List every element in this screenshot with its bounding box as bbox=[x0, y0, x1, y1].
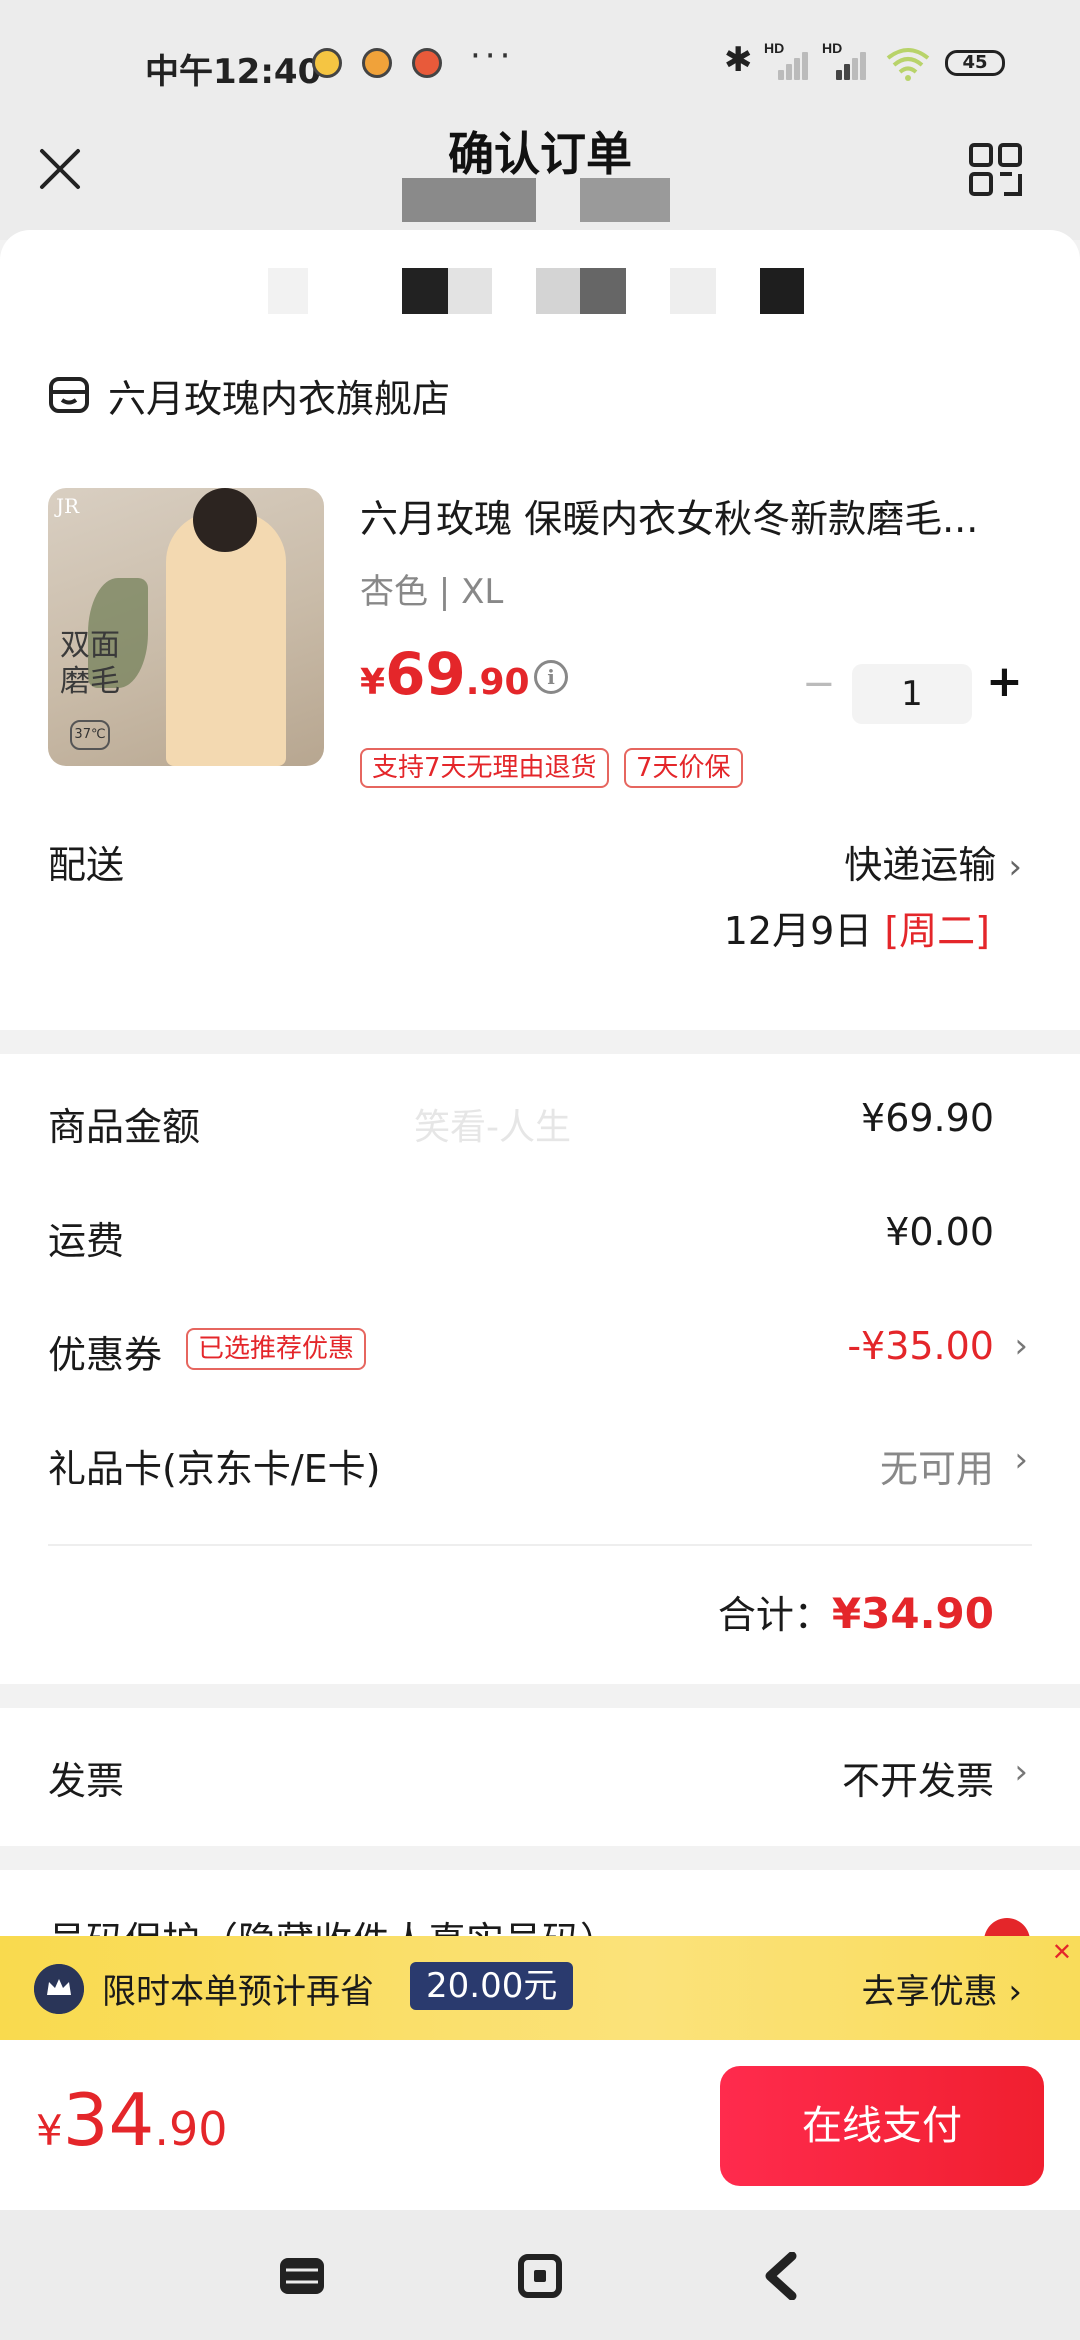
redacted-block bbox=[670, 268, 716, 314]
promo-text: 限时本单预计再省 bbox=[102, 1972, 374, 2012]
redacted-block bbox=[580, 178, 670, 222]
signal-icon: HD bbox=[764, 40, 810, 80]
giftcard-value[interactable]: 无可用 bbox=[880, 1438, 994, 1493]
coupon-label[interactable]: 优惠券 bbox=[48, 1324, 162, 1379]
menu-icon[interactable] bbox=[280, 2256, 324, 2296]
page-title: 确认订单 bbox=[448, 127, 632, 181]
battery-icon: 45 bbox=[945, 50, 1005, 76]
goods-amount-label: 商品金额 bbox=[48, 1105, 201, 1149]
redacted-block bbox=[402, 178, 536, 222]
service-tag: 7天价保 bbox=[624, 748, 743, 788]
crown-icon bbox=[34, 1964, 84, 2014]
signal-icon: HD bbox=[822, 40, 868, 80]
redacted-block bbox=[580, 268, 626, 314]
redacted-block bbox=[402, 268, 448, 314]
bluetooth-icon: ✱ bbox=[724, 40, 753, 80]
delivery-method[interactable]: 快递运输 › bbox=[844, 834, 1022, 889]
watermark: 笑看-人生 bbox=[414, 1107, 571, 1148]
product-image[interactable]: JR 双面 磨毛 37℃ bbox=[48, 488, 324, 766]
invoice-value[interactable]: 不开发票 bbox=[842, 1750, 994, 1805]
image-caption: 双面 磨毛 bbox=[60, 628, 120, 699]
chevron-right-icon[interactable]: › bbox=[1014, 1752, 1028, 1792]
giftcard-label[interactable]: 礼品卡(京东卡/E卡) bbox=[48, 1438, 380, 1493]
notification-app-icon bbox=[362, 48, 392, 78]
chevron-right-icon: › bbox=[1008, 847, 1022, 887]
pay-online-button[interactable]: 在线支付 bbox=[720, 2066, 1044, 2186]
store-icon bbox=[49, 377, 89, 413]
shipping-label: 运费 bbox=[48, 1219, 125, 1263]
image-decoration bbox=[193, 488, 257, 552]
delivery-date: 12月9日 [周二] bbox=[723, 909, 990, 953]
notification-app-icon bbox=[312, 48, 342, 78]
image-logo: JR bbox=[56, 494, 80, 518]
redacted-block bbox=[760, 268, 804, 314]
redacted-block bbox=[536, 268, 580, 314]
more-notifications-icon: ··· bbox=[470, 36, 515, 76]
back-icon[interactable] bbox=[762, 2252, 802, 2300]
coupon-tag: 已选推荐优惠 bbox=[186, 1328, 367, 1370]
delivery-label: 配送 bbox=[48, 843, 125, 887]
qr-scan-icon[interactable] bbox=[968, 142, 1024, 198]
product-price: ¥69.90 bbox=[360, 640, 530, 708]
redacted-block bbox=[268, 268, 308, 314]
chevron-right-icon[interactable]: › bbox=[1014, 1326, 1028, 1366]
chevron-right-icon[interactable]: › bbox=[1014, 1440, 1028, 1480]
pay-total-price: ¥34.90 bbox=[36, 2078, 228, 2162]
store-name[interactable]: 六月玫瑰内衣旗舰店 bbox=[108, 368, 450, 423]
redacted-block bbox=[448, 268, 492, 314]
close-icon[interactable]: ✕ bbox=[1052, 1938, 1072, 1966]
goods-amount-value: ¥69.90 bbox=[861, 1096, 994, 1140]
quantity-decrease-button[interactable]: − bbox=[802, 664, 836, 704]
invoice-label: 发票 bbox=[48, 1759, 125, 1803]
image-badge: 37℃ bbox=[70, 720, 110, 750]
product-title[interactable]: 六月玫瑰 保暖内衣女秋冬新款磨毛... bbox=[360, 488, 1040, 543]
coupon-value[interactable]: -¥35.00 bbox=[847, 1324, 994, 1368]
shipping-value: ¥0.00 bbox=[885, 1210, 994, 1254]
promo-action-link[interactable]: 去享优惠 › bbox=[862, 1964, 1022, 2013]
service-tag: 支持7天无理由退货 bbox=[360, 748, 609, 788]
notification-app-icon bbox=[412, 48, 442, 78]
quantity-input[interactable]: 1 bbox=[852, 664, 972, 724]
product-spec: 杏色 | XL bbox=[360, 572, 504, 612]
chevron-right-icon: › bbox=[1008, 1972, 1022, 2012]
wifi-icon bbox=[886, 48, 930, 81]
promo-amount-badge: 20.00元 bbox=[410, 1962, 574, 2010]
home-icon[interactable] bbox=[518, 2254, 562, 2298]
info-icon[interactable]: i bbox=[534, 660, 568, 694]
status-time: 中午12:40 bbox=[145, 52, 322, 92]
order-total: 合计：¥34.90 bbox=[717, 1589, 994, 1638]
divider bbox=[48, 1544, 1032, 1546]
quantity-increase-button[interactable]: + bbox=[986, 660, 1023, 704]
